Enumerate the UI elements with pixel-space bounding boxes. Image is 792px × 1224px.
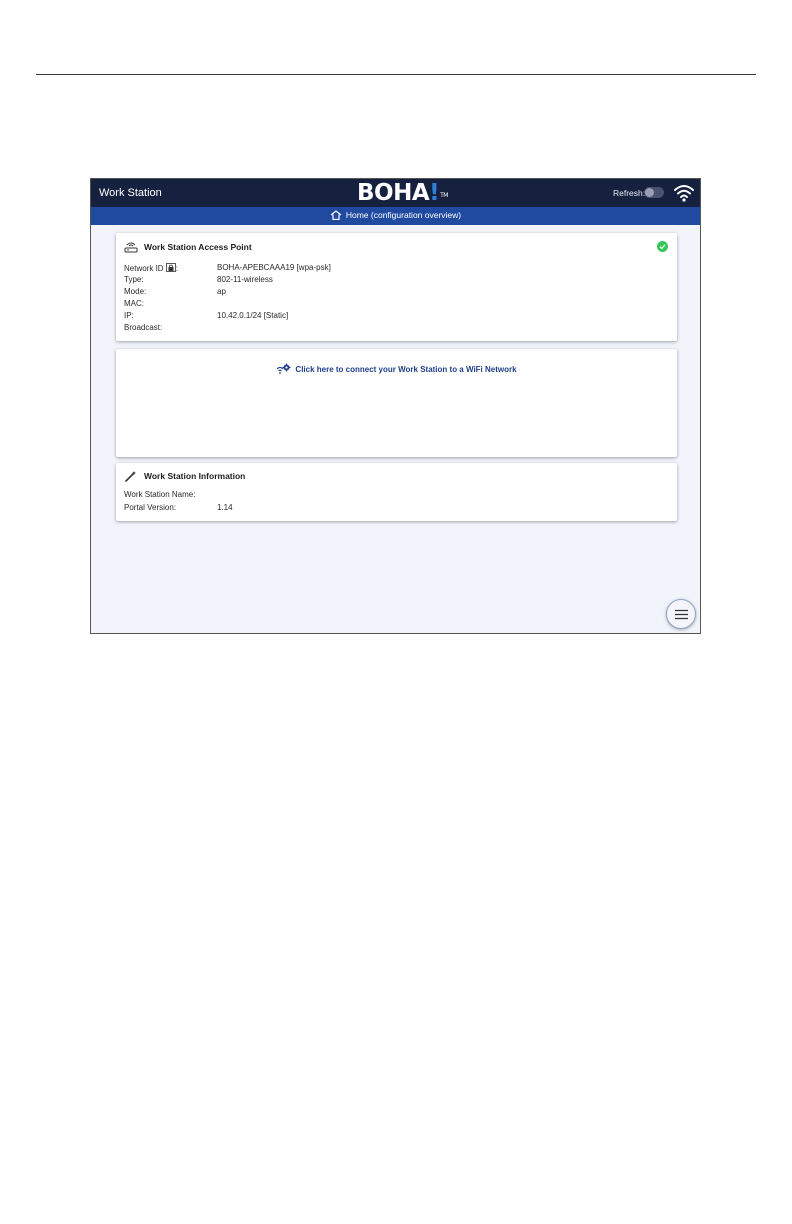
home-label: Home (configuration overview) xyxy=(345,210,462,220)
info-header: Work Station Information xyxy=(124,470,245,482)
workstation-info-card: Work Station Information Work Station Na… xyxy=(116,463,677,521)
app-window: Work Station BOHA!TM Refresh: Home (conf… xyxy=(90,178,701,634)
mac-label: MAC: xyxy=(124,299,144,308)
nav-bar: Home (configuration overview) xyxy=(91,207,700,225)
info-title: Work Station Information xyxy=(144,471,246,481)
broadcast-label: Broadcast: xyxy=(124,323,163,332)
wifi-connect-card: Click here to connect your Work Station … xyxy=(116,349,677,457)
page-divider xyxy=(36,74,756,75)
network-id-label: Network ID xyxy=(124,264,164,273)
workstation-name-label: Work Station Name: xyxy=(124,490,196,499)
access-point-header: Work Station Access Point xyxy=(124,241,252,253)
portal-version-value: 1.14 xyxy=(217,503,233,512)
type-value: 802-11-wireless xyxy=(217,275,273,284)
app-title: Work Station xyxy=(99,187,162,199)
access-point-card: Work Station Access Point Network ID : B… xyxy=(116,233,677,341)
check-circle-icon xyxy=(657,241,668,252)
mode-label: Mode: xyxy=(124,287,147,296)
magic-wand-icon xyxy=(125,471,136,482)
hamburger-menu-icon xyxy=(675,609,688,620)
lock-icon xyxy=(165,263,176,272)
portal-version-label: Portal Version: xyxy=(124,503,177,512)
toggle-knob xyxy=(645,188,654,197)
wifi-settings-icon xyxy=(277,363,291,374)
type-label: Type: xyxy=(124,275,144,284)
boha-logo: BOHA!TM xyxy=(357,180,448,206)
refresh-toggle[interactable] xyxy=(644,187,664,198)
ip-value: 10.42.0.1/24 [Static] xyxy=(217,311,289,320)
connect-wifi-text: Click here to connect your Work Station … xyxy=(295,364,517,374)
wifi-icon[interactable] xyxy=(673,183,695,203)
top-bar: Work Station BOHA!TM Refresh: xyxy=(91,179,700,207)
ip-label: IP: xyxy=(124,311,134,320)
home-icon xyxy=(330,210,342,220)
home-link[interactable]: Home (configuration overview) xyxy=(330,210,461,220)
network-id-value: BOHA-APEBCAAA19 [wpa-psk] xyxy=(217,263,331,272)
menu-fab[interactable] xyxy=(666,599,696,629)
access-point-title: Work Station Access Point xyxy=(144,242,252,252)
router-icon xyxy=(124,242,138,253)
refresh-label: Refresh: xyxy=(613,188,646,198)
mode-value: ap xyxy=(217,287,226,296)
connect-wifi-link[interactable]: Click here to connect your Work Station … xyxy=(116,363,677,375)
